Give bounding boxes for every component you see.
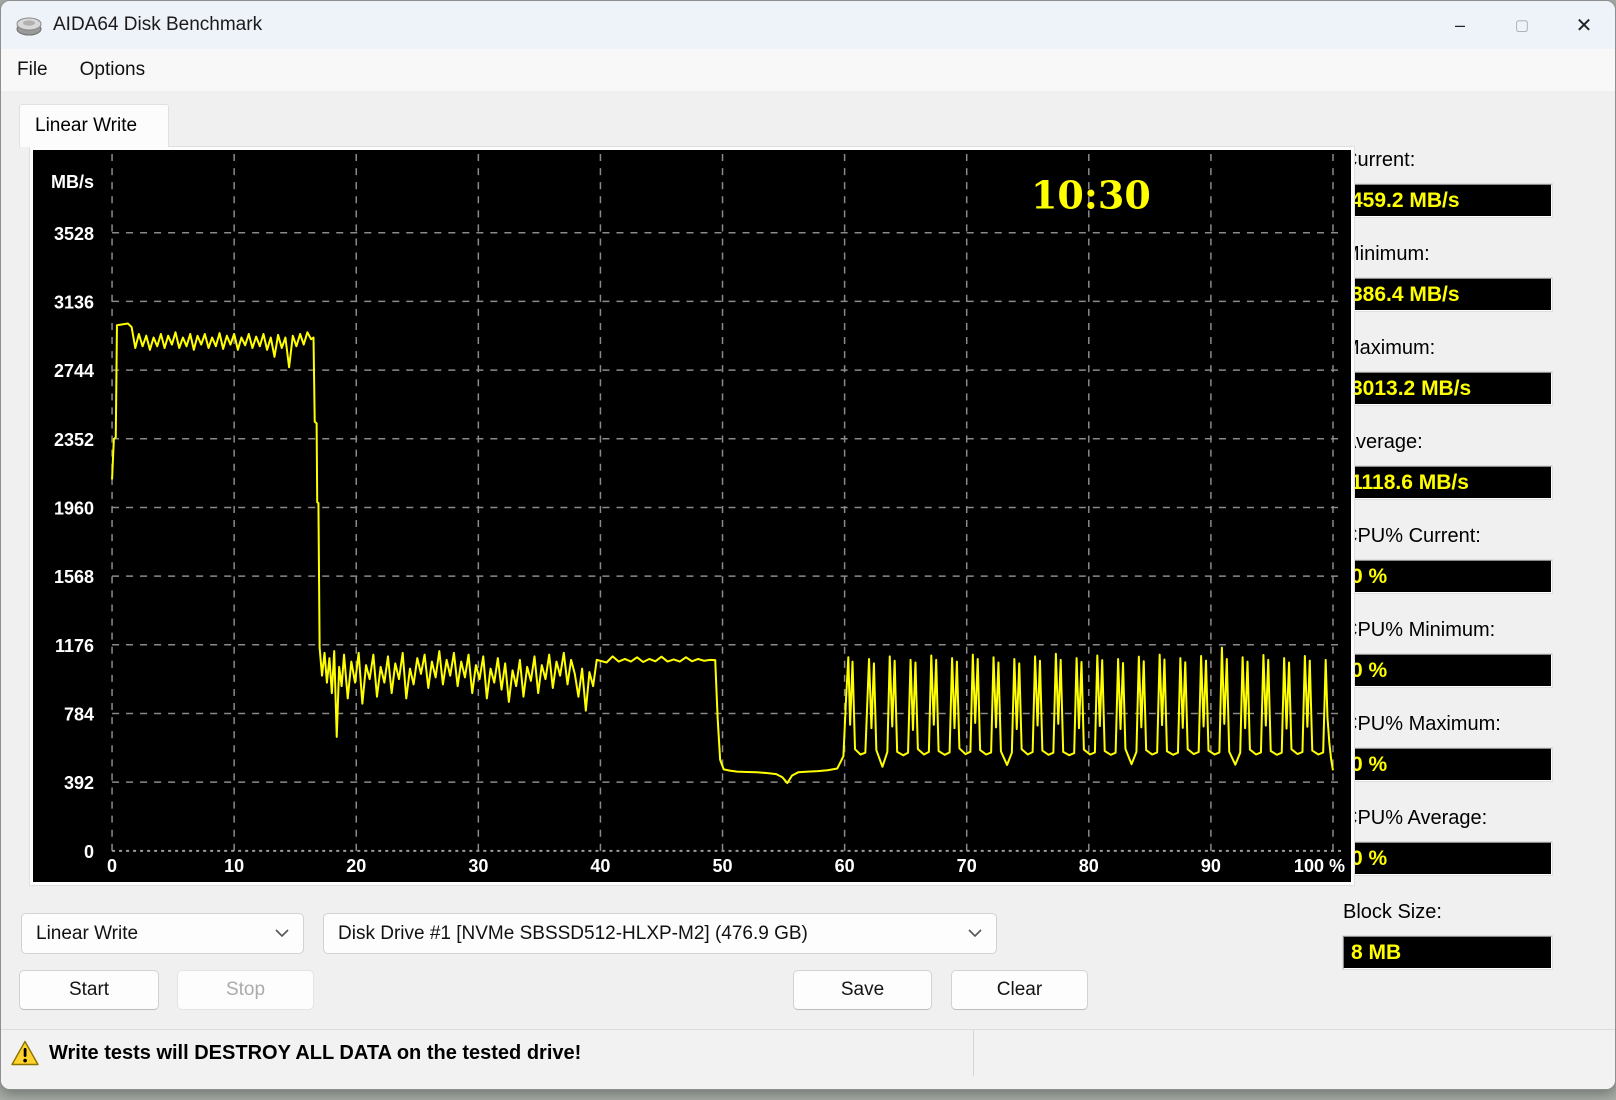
svg-text:2352: 2352 <box>54 430 94 450</box>
svg-text:90: 90 <box>1201 856 1221 876</box>
svg-text:100 %: 100 % <box>1294 856 1345 876</box>
svg-text:1960: 1960 <box>54 498 94 518</box>
stat-cpu-current: CPU% Current: 0 % <box>1342 525 1553 594</box>
menu-file[interactable]: File <box>1 49 64 91</box>
stat-label: Block Size: <box>1343 901 1442 923</box>
stop-button[interactable]: Stop <box>177 970 314 1010</box>
stats-panel: Current: 459.2 MB/s Minimum: 386.4 MB/s … <box>1342 149 1553 995</box>
svg-text:0: 0 <box>107 856 117 876</box>
title-bar: AIDA64 Disk Benchmark – ▢ ✕ <box>1 1 1615 49</box>
stat-block-size: Block Size: 8 MB <box>1342 901 1553 970</box>
stat-cpu-minimum: CPU% Minimum: 0 % <box>1342 619 1553 688</box>
svg-text:40: 40 <box>590 856 610 876</box>
app-window: AIDA64 Disk Benchmark – ▢ ✕ File Options… <box>0 0 1616 1090</box>
svg-text:784: 784 <box>64 704 94 724</box>
stat-current: Current: 459.2 MB/s <box>1342 149 1553 218</box>
stat-label: Average: <box>1343 431 1423 453</box>
stat-value: 3013.2 MB/s <box>1342 371 1553 406</box>
stat-value: 459.2 MB/s <box>1342 183 1553 218</box>
svg-text:0: 0 <box>84 842 94 862</box>
drive-select[interactable]: Disk Drive #1 [NVMe SBSSD512-HLXP-M2] (4… <box>323 913 997 954</box>
svg-text:70: 70 <box>957 856 977 876</box>
status-bar: Write tests will DESTROY ALL DATA on the… <box>1 1029 1615 1089</box>
stat-value: 0 % <box>1342 841 1553 876</box>
window-title: AIDA64 Disk Benchmark <box>53 14 263 35</box>
stat-value: 1118.6 MB/s <box>1342 465 1553 500</box>
minimize-button[interactable]: – <box>1429 1 1491 49</box>
stat-value: 0 % <box>1342 653 1553 688</box>
stat-label: Maximum: <box>1343 337 1436 359</box>
svg-text:80: 80 <box>1079 856 1099 876</box>
benchmark-chart: MB/s 3528 3136 2744 2352 1960 1568 1176 784 392 00… <box>51 154 1345 876</box>
menu-options[interactable]: Options <box>64 49 161 91</box>
stat-value: 8 MB <box>1342 935 1553 970</box>
svg-text:30: 30 <box>468 856 488 876</box>
stat-average: Average: 1118.6 MB/s <box>1342 431 1553 500</box>
warning-icon <box>11 1040 39 1066</box>
chart-area: MB/s 3528 3136 2744 2352 1960 1568 1176 784 392 0 0… <box>33 150 1351 882</box>
chevron-down-icon <box>275 929 289 938</box>
stat-value: 386.4 MB/s <box>1342 277 1553 312</box>
client-area: Linear Write MB/s 3528 3136 2744 2352 1960 156… <box>1 91 1615 1089</box>
stat-label: Current: <box>1343 149 1416 171</box>
svg-text:60: 60 <box>835 856 855 876</box>
stat-cpu-maximum: CPU% Maximum: 0 % <box>1342 713 1553 782</box>
drive-value: Disk Drive #1 [NVMe SBSSD512-HLXP-M2] (4… <box>338 922 808 944</box>
svg-text:3528: 3528 <box>54 224 94 244</box>
svg-text:1176: 1176 <box>55 636 94 656</box>
svg-text:MB/s: MB/s <box>51 172 94 192</box>
svg-text:392: 392 <box>64 773 94 793</box>
tab-linear-write[interactable]: Linear Write <box>19 104 169 147</box>
chevron-down-icon <box>968 929 982 938</box>
stat-value: 0 % <box>1342 747 1553 782</box>
stat-minimum: Minimum: 386.4 MB/s <box>1342 243 1553 312</box>
menu-bar: File Options <box>1 49 1615 92</box>
svg-text:10:30: 10:30 <box>1031 172 1151 217</box>
app-icon <box>16 17 42 36</box>
test-type-select[interactable]: Linear Write <box>21 913 304 954</box>
svg-text:2744: 2744 <box>54 361 94 381</box>
stat-label: CPU% Minimum: <box>1343 619 1496 641</box>
svg-text:3136: 3136 <box>54 292 94 312</box>
stat-value: 0 % <box>1342 559 1553 594</box>
status-section-warning: Write tests will DESTROY ALL DATA on the… <box>1 1030 974 1076</box>
stat-label: CPU% Average: <box>1343 807 1488 829</box>
stat-maximum: Maximum: 3013.2 MB/s <box>1342 337 1553 406</box>
status-warning-text: Write tests will DESTROY ALL DATA on the… <box>49 1041 582 1064</box>
clear-button[interactable]: Clear <box>951 970 1088 1010</box>
stat-label: Minimum: <box>1343 243 1430 265</box>
maximize-button[interactable]: ▢ <box>1491 1 1553 49</box>
close-button[interactable]: ✕ <box>1553 1 1615 49</box>
start-button[interactable]: Start <box>19 970 159 1010</box>
stat-label: CPU% Maximum: <box>1343 713 1501 735</box>
chart-frame: MB/s 3528 3136 2744 2352 1960 1568 1176 784 392 0 0… <box>29 146 1355 886</box>
svg-text:50: 50 <box>713 856 733 876</box>
test-type-value: Linear Write <box>36 922 139 944</box>
svg-text:1568: 1568 <box>54 567 94 587</box>
stat-label: CPU% Current: <box>1343 525 1481 547</box>
svg-text:20: 20 <box>346 856 366 876</box>
save-button[interactable]: Save <box>793 970 932 1010</box>
svg-text:10: 10 <box>224 856 244 876</box>
stat-cpu-average: CPU% Average: 0 % <box>1342 807 1553 876</box>
